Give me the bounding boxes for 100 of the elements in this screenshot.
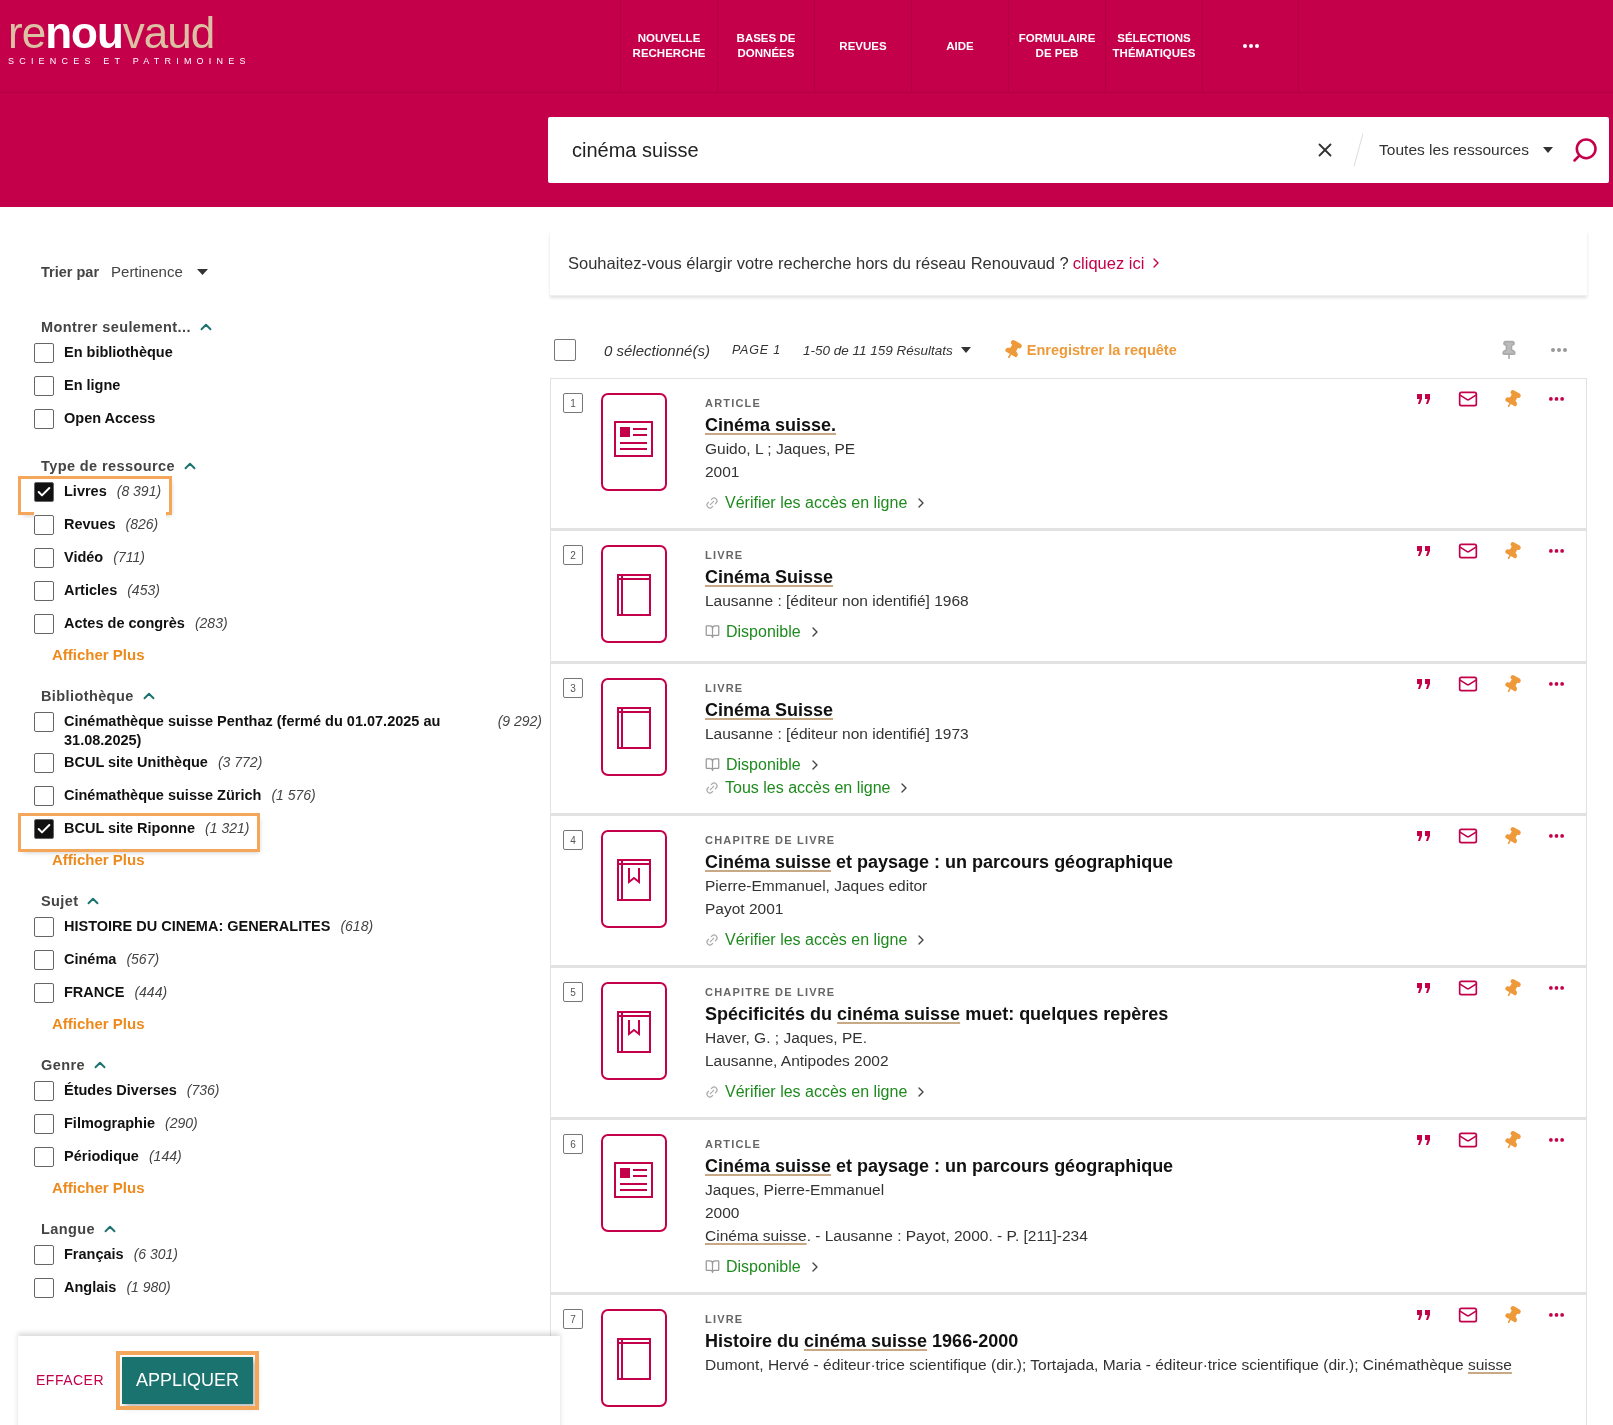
checkbox[interactable] [34, 343, 54, 363]
filter-label[interactable]: En bibliothèque [64, 343, 173, 362]
result-title[interactable]: Cinéma suisse. [705, 413, 837, 437]
facet-header[interactable]: Langue [34, 1216, 119, 1242]
result-title[interactable]: Cinéma Suisse [705, 565, 834, 589]
filter-label[interactable]: Open Access [64, 409, 156, 428]
nav-link[interactable]: AIDE [911, 0, 1008, 92]
result-detail: 2000 [705, 1203, 740, 1223]
select-all-checkbox[interactable] [554, 339, 576, 361]
results-range-dropdown[interactable]: 1-50 de 11 159 Résultats [802, 342, 971, 358]
scope-dropdown[interactable]: Toutes les ressources [1379, 141, 1553, 159]
nav-link[interactable]: NOUVELLE RECHERCHE [620, 0, 717, 92]
checkbox[interactable] [34, 786, 54, 806]
result-detail: Lausanne, Antipodes 2002 [705, 1051, 889, 1071]
facet-header[interactable]: Genre [34, 1052, 109, 1078]
highlighted-filter[interactable]: Livres (8 391) [21, 479, 170, 512]
search-field[interactable]: cinéma suisse Toutes les ressources [548, 117, 1609, 183]
clear-button[interactable]: EFFACER [36, 1372, 105, 1388]
filter-count: (290) [165, 1114, 198, 1133]
quote-icon [1417, 1134, 1431, 1146]
search-button[interactable] [1571, 136, 1599, 164]
result-title[interactable]: Cinéma Suisse [705, 698, 834, 722]
caret-icon [196, 268, 208, 275]
filter-label[interactable]: Filmographie [64, 1114, 156, 1133]
checkbox[interactable] [34, 983, 54, 1003]
filter-label[interactable]: BCUL site Riponne [64, 819, 196, 838]
filter-label[interactable]: Anglais [64, 1278, 117, 1297]
facet-header[interactable]: Bibliothèque [34, 683, 158, 709]
banner-link[interactable]: cliquez ici [1072, 253, 1165, 273]
result-detail: Cinéma suisse. - Lausanne : Payot, 2000. - P. [211]-234 [705, 1226, 1088, 1246]
filter-label[interactable]: Actes de congrès [64, 614, 185, 633]
checkbox[interactable] [34, 581, 54, 601]
result-title[interactable]: Spécificités du cinéma suisse muet: quelques repères [705, 1002, 1169, 1026]
online-access-link[interactable]: Vérifier les accès en ligne [705, 491, 930, 514]
checkbox[interactable] [34, 614, 54, 634]
checkbox[interactable] [34, 482, 54, 502]
filter-count: (1 980) [126, 1278, 171, 1297]
filter-count: (9 292) [497, 712, 542, 731]
filter-label[interactable]: Cinémathèque suisse Penthaz (fermé du 01.07.2025 au 31.08.2025) [64, 712, 452, 750]
filter-label[interactable]: Périodique [64, 1147, 139, 1166]
selection-count: 0 sélectionné(s) [604, 341, 710, 359]
filter-label[interactable]: Cinémathèque suisse Zürich [64, 786, 262, 805]
filter-label[interactable]: Études Diverses [64, 1081, 177, 1100]
checkbox[interactable] [34, 819, 54, 839]
more-button[interactable] [1551, 348, 1567, 352]
availability-link[interactable]: Disponible [705, 620, 823, 643]
checkbox[interactable] [34, 1147, 54, 1167]
mail-icon [1458, 541, 1478, 561]
document-icon [601, 393, 667, 491]
checkbox[interactable] [34, 917, 54, 937]
filter-count: (3 772) [217, 753, 263, 772]
filter-label[interactable]: Articles [64, 581, 118, 600]
facet-header[interactable]: Type de ressource [34, 453, 199, 479]
checkbox[interactable] [34, 950, 54, 970]
nav-link[interactable]: FORMULAIRE DE PEB [1008, 0, 1105, 92]
online-access-link[interactable]: Vérifier les accès en ligne [705, 928, 930, 951]
book-icon [601, 545, 667, 643]
checkbox[interactable] [34, 376, 54, 396]
checkbox[interactable] [34, 515, 54, 535]
checkbox[interactable] [34, 753, 54, 773]
result-number: 3 [563, 678, 583, 698]
filter-label[interactable]: Cinéma [64, 950, 117, 969]
facet-header[interactable]: Montrer seulement... [34, 314, 215, 340]
logo[interactable]: renouvaud [8, 12, 215, 54]
nav-link[interactable]: BASES DE DONNÉES [717, 0, 814, 92]
checkbox[interactable] [34, 1114, 54, 1134]
result-title[interactable]: Cinéma suisse et paysage : un parcours géographique [705, 1154, 1174, 1178]
filter-label[interactable]: Livres [64, 482, 107, 501]
checkbox[interactable] [34, 712, 54, 732]
filter-label[interactable]: Revues [64, 515, 116, 534]
result-detail: 2001 [705, 462, 740, 482]
filter-label[interactable]: Vidéo [64, 548, 104, 567]
filter-label[interactable]: En ligne [64, 376, 121, 395]
filter-label[interactable]: Français [64, 1245, 124, 1264]
sort-dropdown[interactable]: Pertinence [111, 263, 208, 280]
result-title[interactable]: Cinéma suisse et paysage : un parcours géographique [705, 850, 1174, 874]
filter-count: (736) [186, 1081, 220, 1100]
online-access-link[interactable]: Tous les accès en ligne [705, 776, 913, 799]
checkbox[interactable] [34, 1081, 54, 1101]
checkbox[interactable] [34, 548, 54, 568]
result-title[interactable]: Histoire du cinéma suisse 1966-2000 [705, 1329, 1019, 1353]
filter-label[interactable]: BCUL site Unithèque [64, 753, 208, 772]
facet-header[interactable]: Sujet [34, 888, 103, 914]
resource-type: CHAPITRE DE LIVRE [705, 986, 836, 998]
filter-label[interactable]: HISTOIRE DU CINEMA: GENERALITES [64, 917, 331, 936]
filter-count: (1 321) [205, 819, 250, 838]
result-number: 4 [563, 830, 583, 850]
result-detail: Haver, G. ; Jaques, PE. [705, 1028, 867, 1048]
resource-type: LIVRE [705, 549, 744, 561]
checkbox[interactable] [34, 1245, 54, 1265]
filter-label[interactable]: FRANCE [64, 983, 125, 1002]
availability-link[interactable]: Disponible [705, 753, 823, 776]
online-access-link[interactable]: Vérifier les accès en ligne [705, 1080, 930, 1103]
nav-link[interactable]: REVUES [814, 0, 911, 92]
nav-link[interactable]: SÉLECTIONS THÉMATIQUES [1105, 0, 1202, 92]
highlighted-filter[interactable]: BCUL site Riponne (1 321) [21, 816, 258, 849]
mail-icon [1458, 978, 1478, 998]
checkbox[interactable] [34, 409, 54, 429]
availability-link[interactable]: Disponible [705, 1255, 823, 1278]
checkbox[interactable] [34, 1278, 54, 1298]
